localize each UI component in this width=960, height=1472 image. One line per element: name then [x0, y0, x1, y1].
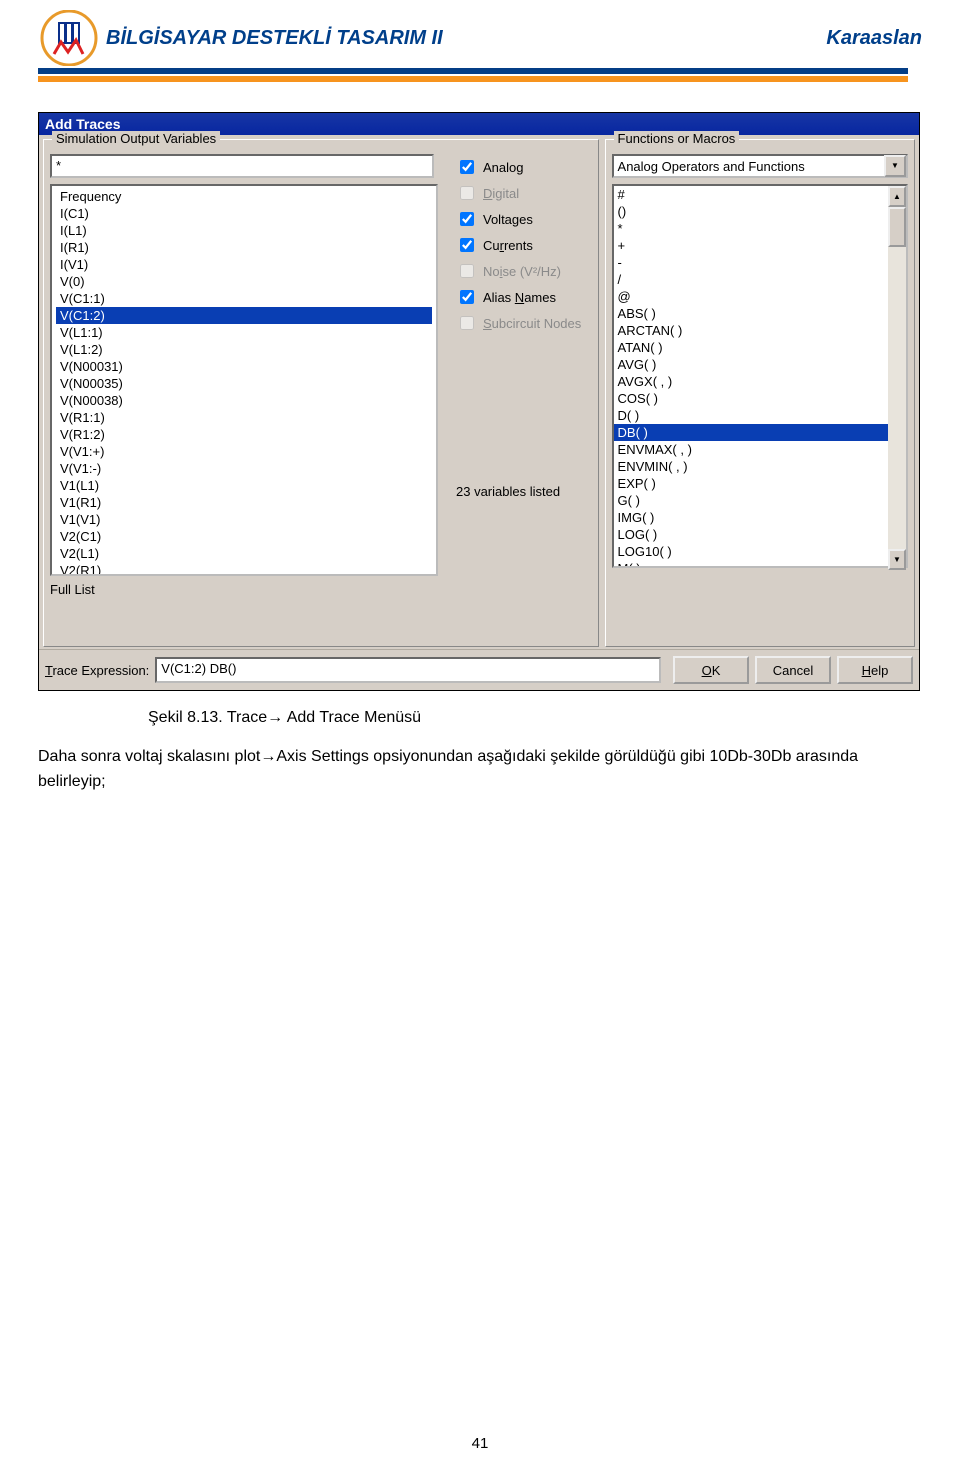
- function-item[interactable]: *: [614, 220, 906, 237]
- currents-checkbox-input[interactable]: [460, 238, 474, 252]
- university-logo-icon: [38, 10, 100, 66]
- trace-expression-label: Trace Expression:: [45, 663, 149, 678]
- function-item[interactable]: ENVMAX( , ): [614, 441, 906, 458]
- variable-item[interactable]: V2(R1): [56, 562, 432, 576]
- function-item[interactable]: AVGX( , ): [614, 373, 906, 390]
- variable-item[interactable]: V(C1:1): [56, 290, 432, 307]
- function-item[interactable]: ATAN( ): [614, 339, 906, 356]
- function-item[interactable]: +: [614, 237, 906, 254]
- variable-item[interactable]: V(R1:2): [56, 426, 432, 443]
- figure-caption: Şekil 8.13. Trace→ Add Trace Menüsü: [148, 709, 922, 727]
- variable-item[interactable]: V(N00035): [56, 375, 432, 392]
- scroll-up-icon[interactable]: ▲: [888, 186, 906, 207]
- function-item[interactable]: G( ): [614, 492, 906, 509]
- variable-item[interactable]: I(L1): [56, 222, 432, 239]
- variable-item[interactable]: I(R1): [56, 239, 432, 256]
- subcircuit-checkbox-input: [460, 316, 474, 330]
- trace-expression-input[interactable]: V(C1:2) DB(): [155, 657, 661, 683]
- body-paragraph: Daha sonra voltaj skalasını plot→Axis Se…: [38, 745, 922, 795]
- function-item[interactable]: EXP( ): [614, 475, 906, 492]
- function-item[interactable]: AVG( ): [614, 356, 906, 373]
- variable-item[interactable]: V2(L1): [56, 545, 432, 562]
- variable-item[interactable]: V(C1:2): [56, 307, 432, 324]
- header-divider: [38, 68, 908, 82]
- ok-button[interactable]: OK: [673, 656, 749, 684]
- help-button[interactable]: Help: [837, 656, 913, 684]
- page-number: 41: [38, 1435, 922, 1452]
- alias-checkbox[interactable]: Alias Names: [456, 284, 581, 310]
- functions-listbox[interactable]: #()*+-/@ABS( )ARCTAN( )ATAN( )AVG( )AVGX…: [612, 184, 908, 568]
- dialog-footer: Trace Expression: V(C1:2) DB() OK Cancel…: [39, 649, 919, 690]
- full-list-label: Full List: [50, 582, 438, 597]
- function-item[interactable]: ENVMIN( , ): [614, 458, 906, 475]
- variable-item[interactable]: V(N00038): [56, 392, 432, 409]
- function-item[interactable]: COS( ): [614, 390, 906, 407]
- cancel-button[interactable]: Cancel: [755, 656, 831, 684]
- variable-item[interactable]: V(V1:-): [56, 460, 432, 477]
- function-item[interactable]: LOG10( ): [614, 543, 906, 560]
- function-category-combo[interactable]: Analog Operators and Functions ▼: [612, 154, 908, 178]
- function-item[interactable]: #: [614, 186, 906, 203]
- currents-checkbox[interactable]: Currents: [456, 232, 581, 258]
- function-category-value: Analog Operators and Functions: [614, 159, 884, 174]
- function-item[interactable]: IMG( ): [614, 509, 906, 526]
- simulation-output-legend: Simulation Output Variables: [52, 131, 220, 146]
- variable-item[interactable]: Frequency: [56, 188, 432, 205]
- doc-header: BİLGİSAYAR DESTEKLİ TASARIM II Karaaslan: [38, 10, 922, 66]
- variable-item[interactable]: I(V1): [56, 256, 432, 273]
- functions-scrollbar[interactable]: ▲ ▼: [888, 186, 906, 570]
- scroll-thumb[interactable]: [888, 207, 906, 247]
- variable-filter-input[interactable]: *: [50, 154, 434, 178]
- function-item[interactable]: D( ): [614, 407, 906, 424]
- variable-item[interactable]: V(N00031): [56, 358, 432, 375]
- subcircuit-checkbox: Subcircuit Nodes: [456, 310, 581, 336]
- function-item[interactable]: (): [614, 203, 906, 220]
- function-item[interactable]: /: [614, 271, 906, 288]
- function-item[interactable]: DB( ): [614, 424, 906, 441]
- alias-checkbox-input[interactable]: [460, 290, 474, 304]
- doc-author: Karaaslan: [826, 27, 922, 50]
- variables-listbox[interactable]: FrequencyI(C1)I(L1)I(R1)I(V1)V(0)V(C1:1)…: [50, 184, 438, 576]
- voltages-checkbox-input[interactable]: [460, 212, 474, 226]
- function-item[interactable]: LOG( ): [614, 526, 906, 543]
- noise-checkbox-input: [460, 264, 474, 278]
- variable-item[interactable]: V(0): [56, 273, 432, 290]
- add-traces-dialog: Add Traces Simulation Output Variables *…: [38, 112, 920, 691]
- dialog-title: Add Traces: [45, 116, 120, 132]
- function-item[interactable]: @: [614, 288, 906, 305]
- noise-checkbox: Noise (V²/Hz): [456, 258, 581, 284]
- variable-item[interactable]: V2(C1): [56, 528, 432, 545]
- variable-item[interactable]: V(L1:1): [56, 324, 432, 341]
- simulation-output-group: Simulation Output Variables * FrequencyI…: [43, 139, 599, 647]
- variable-item[interactable]: V(V1:+): [56, 443, 432, 460]
- variable-item[interactable]: V1(V1): [56, 511, 432, 528]
- analog-checkbox-input[interactable]: [460, 160, 474, 174]
- functions-group: Functions or Macros Analog Operators and…: [605, 139, 915, 647]
- function-item[interactable]: M( ): [614, 560, 906, 568]
- variable-count-status: 23 variables listed: [456, 484, 581, 499]
- doc-title: BİLGİSAYAR DESTEKLİ TASARIM II: [106, 27, 443, 50]
- variable-item[interactable]: I(C1): [56, 205, 432, 222]
- variable-item[interactable]: V(L1:2): [56, 341, 432, 358]
- variable-item[interactable]: V1(R1): [56, 494, 432, 511]
- chevron-down-icon[interactable]: ▼: [884, 155, 906, 177]
- function-item[interactable]: ARCTAN( ): [614, 322, 906, 339]
- function-item[interactable]: ABS( ): [614, 305, 906, 322]
- function-item[interactable]: -: [614, 254, 906, 271]
- scroll-down-icon[interactable]: ▼: [888, 549, 906, 570]
- analog-checkbox[interactable]: Analog: [456, 154, 581, 180]
- variable-item[interactable]: V(R1:1): [56, 409, 432, 426]
- digital-checkbox-input: [460, 186, 474, 200]
- variable-item[interactable]: V1(L1): [56, 477, 432, 494]
- functions-legend: Functions or Macros: [614, 131, 740, 146]
- voltages-checkbox[interactable]: Voltages: [456, 206, 581, 232]
- scroll-track[interactable]: [888, 247, 906, 549]
- digital-checkbox: Digital: [456, 180, 581, 206]
